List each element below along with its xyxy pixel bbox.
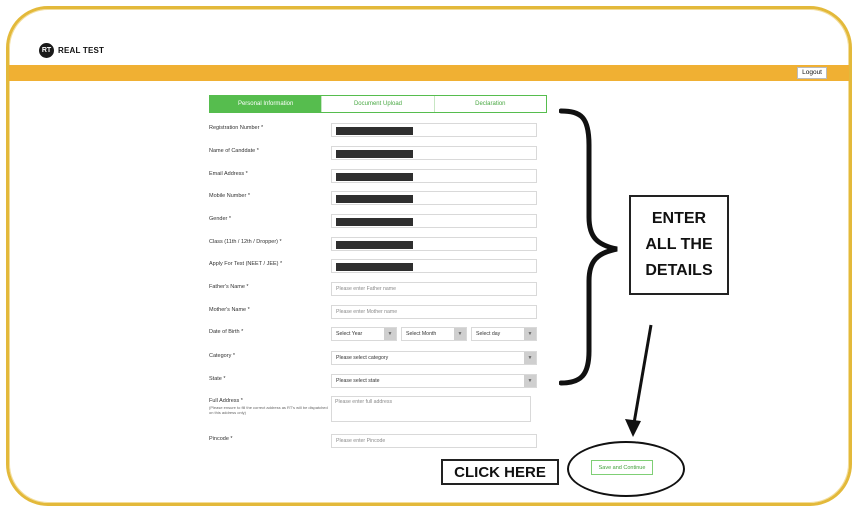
address-note: (Please ensure to fill the correct addre… xyxy=(209,405,328,415)
candidate-name-field[interactable] xyxy=(331,146,537,160)
registration-number-row: Registration Number * xyxy=(209,123,539,137)
email-label: Email Address * xyxy=(209,171,248,177)
gender-field[interactable] xyxy=(331,214,537,228)
mobile-field[interactable] xyxy=(331,191,537,205)
pincode-input[interactable]: Please enter Pincode xyxy=(331,434,537,448)
chevron-down-icon: ▼ xyxy=(384,328,396,340)
pincode-label: Pincode * xyxy=(209,436,233,442)
redacted-value xyxy=(336,173,413,181)
redacted-value xyxy=(336,127,413,135)
mothers-name-input[interactable]: Please enter Mother name xyxy=(331,305,537,319)
logout-button[interactable]: Logout xyxy=(797,67,827,79)
dob-year-select[interactable]: Select Year ▼ xyxy=(331,327,397,341)
screenshot-frame: RT REAL TEST Logout Personal Information… xyxy=(6,6,852,506)
mobile-label: Mobile Number * xyxy=(209,193,250,199)
state-row: State * Please select state ▼ xyxy=(209,374,539,388)
class-field[interactable] xyxy=(331,237,537,251)
gender-row: Gender * xyxy=(209,214,539,228)
category-row: Category * Please select category ▼ xyxy=(209,351,539,365)
enter-details-callout: ENTER ALL THE DETAILS xyxy=(629,195,729,295)
address-label: Full Address * xyxy=(209,398,243,404)
category-value: Please select category xyxy=(336,355,389,361)
state-select[interactable]: Please select state ▼ xyxy=(331,374,537,388)
address-textarea[interactable]: Please enter full address xyxy=(331,396,531,422)
dob-day-select[interactable]: Select day ▼ xyxy=(471,327,537,341)
dob-row: Date of Birth * Select Year ▼ Select Mon… xyxy=(209,327,539,341)
mothers-name-label: Mother's Name * xyxy=(209,307,250,313)
dob-label: Date of Birth * xyxy=(209,329,244,335)
redacted-value xyxy=(336,241,413,249)
fathers-name-row: Father's Name * Please enter Father name xyxy=(209,282,539,296)
fathers-name-label: Father's Name * xyxy=(209,284,249,290)
chevron-down-icon: ▼ xyxy=(454,328,466,340)
redacted-value xyxy=(336,218,413,226)
class-label: Class (11th / 12th / Dropper) * xyxy=(209,239,282,245)
candidate-name-row: Name of Canddate * xyxy=(209,146,539,160)
save-and-continue-button[interactable]: Save and Continue xyxy=(591,460,653,475)
enter-details-text: ENTER ALL THE DETAILS xyxy=(645,210,713,279)
fathers-name-input[interactable]: Please enter Father name xyxy=(331,282,537,296)
candidate-name-label: Name of Canddate * xyxy=(209,148,259,154)
chevron-down-icon: ▼ xyxy=(524,375,536,387)
state-value: Please select state xyxy=(336,378,380,384)
registration-number-label: Registration Number * xyxy=(209,125,264,131)
registration-number-field[interactable] xyxy=(331,123,537,137)
apply-test-field[interactable] xyxy=(331,259,537,273)
category-label: Category * xyxy=(209,353,235,359)
redacted-value xyxy=(336,263,413,271)
chevron-down-icon: ▼ xyxy=(524,328,536,340)
top-bar: Logout xyxy=(9,65,849,81)
pincode-row: Pincode * Please enter Pincode xyxy=(209,434,539,448)
class-row: Class (11th / 12th / Dropper) * xyxy=(209,237,539,251)
redacted-value xyxy=(336,195,413,203)
dob-month-select[interactable]: Select Month ▼ xyxy=(401,327,467,341)
form-tabs: Personal Information Document Upload Dec… xyxy=(209,95,547,113)
state-label: State * xyxy=(209,376,226,382)
app-title: REAL TEST xyxy=(58,46,105,55)
chevron-down-icon: ▼ xyxy=(524,352,536,364)
dob-month-value: Select Month xyxy=(406,331,437,337)
mobile-row: Mobile Number * xyxy=(209,191,539,205)
rt-logo-icon: RT xyxy=(39,43,54,58)
tab-personal-information[interactable]: Personal Information xyxy=(210,96,322,112)
click-here-callout: CLICK HERE xyxy=(441,459,559,485)
apply-test-label: Apply For Test (NEET / JEE) * xyxy=(209,261,283,267)
address-row: Full Address * (Please ensure to fill th… xyxy=(209,396,539,424)
apply-test-row: Apply For Test (NEET / JEE) * xyxy=(209,259,539,273)
tab-declaration[interactable]: Declaration xyxy=(433,96,546,112)
redacted-value xyxy=(336,150,413,158)
gender-label: Gender * xyxy=(209,216,232,222)
tab-document-upload[interactable]: Document Upload xyxy=(321,96,433,112)
mothers-name-row: Mother's Name * Please enter Mother name xyxy=(209,305,539,319)
app-logo[interactable]: RT REAL TEST xyxy=(39,43,104,58)
down-arrow-annotation xyxy=(625,324,653,437)
email-field[interactable] xyxy=(331,169,537,183)
curly-brace-annotation xyxy=(559,108,618,386)
dob-year-value: Select Year xyxy=(336,331,363,337)
dob-day-value: Select day xyxy=(476,331,501,337)
category-select[interactable]: Please select category ▼ xyxy=(331,351,537,365)
email-row: Email Address * xyxy=(209,169,539,183)
